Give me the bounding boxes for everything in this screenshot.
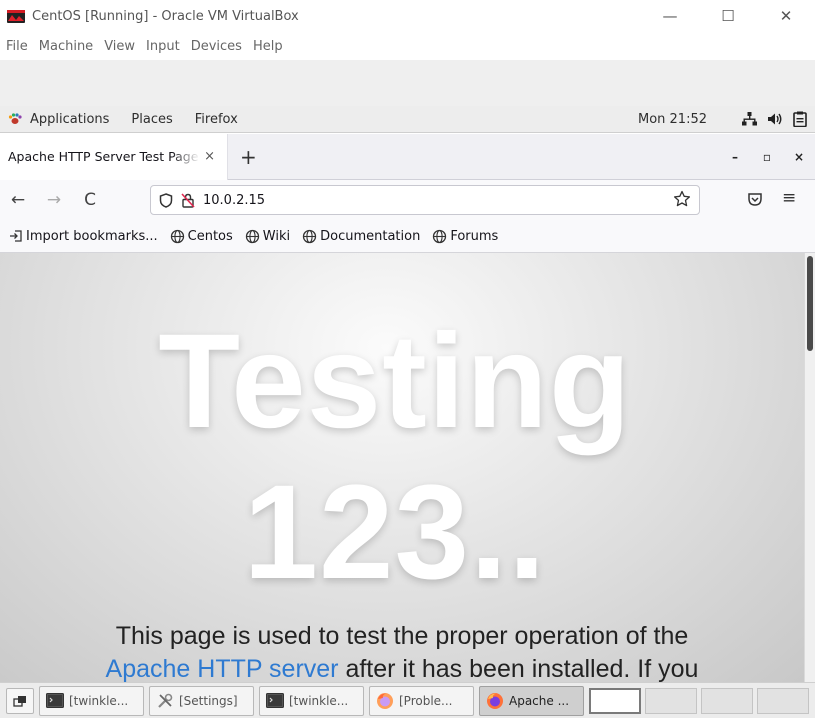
bookmark-label: Forums [450, 228, 499, 244]
insecure-lock-icon[interactable] [181, 192, 195, 208]
bookmark-label: Documentation [320, 228, 421, 244]
bookmark-import[interactable]: Import bookmarks... [9, 229, 158, 244]
taskbar-label: [twinkle... [289, 693, 349, 708]
forward-button[interactable]: → [36, 190, 72, 210]
hero-heading-line2: 123.. [243, 458, 547, 607]
globe-icon [170, 229, 184, 243]
vbox-menubar: File Machine View Input Devices Help [0, 32, 815, 60]
bookmark-documentation[interactable]: Documentation [302, 229, 420, 244]
bookmark-forums[interactable]: Forums [432, 229, 498, 244]
workspace-4[interactable] [757, 687, 809, 714]
vbox-titlebar: CentOS [Running] - Oracle VM VirtualBox … [0, 0, 815, 32]
maximize-button[interactable]: ☐ [699, 0, 757, 32]
bookmark-label: Centos [187, 228, 233, 244]
hamburger-menu-icon[interactable]: ≡ [782, 188, 796, 208]
menu-machine[interactable]: Machine [39, 39, 93, 54]
taskbar-window-terminal-1[interactable]: [twinkle... [39, 685, 144, 716]
firefox-icon [377, 692, 393, 709]
vbox-window-title: CentOS [Running] - Oracle VM VirtualBox [32, 8, 299, 24]
terminal-icon [46, 693, 64, 708]
workspace-1[interactable] [589, 687, 641, 714]
pocket-icon[interactable] [747, 191, 763, 211]
firefox-icon [487, 692, 503, 709]
show-desktop-icon [13, 695, 26, 707]
intro-paragraph: This page is used to test the proper ope… [0, 620, 804, 682]
applications-label: Applications [30, 111, 110, 127]
workspace-3[interactable] [701, 687, 753, 714]
firefox-tab-bar: Apache HTTP Server Test Page × + – ▫ × [0, 133, 815, 180]
minimize-button[interactable]: — [641, 0, 699, 32]
volume-icon[interactable] [767, 112, 783, 126]
back-button[interactable]: ← [0, 190, 36, 210]
globe-icon [245, 229, 259, 243]
clipboard-icon[interactable] [793, 111, 807, 127]
vbox-toolbar-area [0, 60, 815, 106]
bookmark-label: Import bookmarks... [26, 228, 158, 244]
scrollbar-thumb[interactable] [807, 256, 813, 351]
taskbar-label: Apache ... [509, 693, 570, 708]
tab-close-button[interactable]: × [204, 149, 215, 164]
settings-tools-icon [158, 693, 173, 708]
network-icon[interactable] [742, 112, 757, 126]
tracking-shield-icon[interactable] [159, 192, 173, 208]
page-scrollbar[interactable] [804, 253, 815, 682]
gnome-top-bar: Applications Places Firefox Mon 21:52 [0, 106, 815, 133]
gnome-foot-icon [7, 112, 23, 126]
terminal-icon [266, 693, 284, 708]
url-text[interactable]: 10.0.2.15 [203, 193, 265, 208]
firefox-minimize-button[interactable]: – [719, 150, 751, 164]
firefox-nav-bar: ← → C 10.0.2.15 ≡ [0, 180, 815, 220]
bookmarks-toolbar: Import bookmarks... Centos Wiki Document… [0, 220, 815, 253]
taskbar-label: [Settings] [179, 693, 238, 708]
firefox-app-menu[interactable]: Firefox [195, 112, 238, 127]
bookmark-star-icon[interactable] [673, 190, 691, 212]
show-desktop-button[interactable] [6, 687, 34, 714]
menu-help[interactable]: Help [253, 39, 283, 54]
tab-apache-test-page[interactable]: Apache HTTP Server Test Page × [0, 133, 228, 180]
taskbar-window-firefox-apache[interactable]: Apache ... [479, 685, 584, 716]
firefox-maximize-button[interactable]: ▫ [751, 150, 783, 164]
taskbar-window-terminal-2[interactable]: [twinkle... [259, 685, 364, 716]
taskbar-window-firefox-problem[interactable]: [Proble... [369, 685, 474, 716]
new-tab-button[interactable]: + [240, 145, 257, 169]
reload-button[interactable]: C [72, 190, 108, 210]
menu-input[interactable]: Input [146, 39, 180, 54]
hero-heading-line1: Testing [158, 307, 632, 456]
menu-view[interactable]: View [104, 39, 135, 54]
places-menu[interactable]: Places [131, 112, 172, 127]
globe-icon [302, 229, 317, 243]
intro-line2: Apache HTTP server after it has been ins… [0, 653, 804, 682]
applications-menu[interactable]: Applications [7, 112, 109, 127]
tab-title: Apache HTTP Server Test Page [8, 149, 199, 164]
bookmark-centos[interactable]: Centos [170, 229, 233, 244]
apache-server-link[interactable]: Apache HTTP server [106, 655, 339, 682]
page-content: Testing 123.. This page is used to test … [0, 253, 804, 682]
intro-line1: This page is used to test the proper ope… [115, 622, 689, 650]
window-list-taskbar: [twinkle... [Settings] [twinkle... [Prob… [0, 682, 815, 718]
url-bar[interactable]: 10.0.2.15 [150, 185, 700, 215]
menu-devices[interactable]: Devices [191, 39, 242, 54]
menu-file[interactable]: File [6, 39, 28, 54]
firefox-close-button[interactable]: × [783, 150, 815, 164]
workspace-2[interactable] [645, 687, 697, 714]
clock[interactable]: Mon 21:52 [638, 112, 707, 127]
intro-line2-rest: after it has been installed. If you [338, 655, 699, 682]
close-button[interactable]: ✕ [757, 0, 815, 32]
bookmark-wiki[interactable]: Wiki [245, 229, 290, 244]
virtualbox-logo-icon [6, 8, 26, 24]
bookmark-label: Wiki [262, 228, 291, 244]
taskbar-window-settings[interactable]: [Settings] [149, 685, 254, 716]
taskbar-label: [Proble... [399, 693, 453, 708]
globe-icon [433, 229, 447, 243]
taskbar-label: [twinkle... [69, 693, 129, 708]
